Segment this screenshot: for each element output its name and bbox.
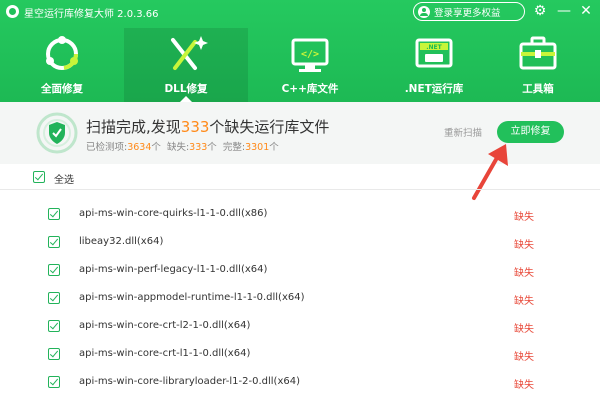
minimize-icon[interactable]: — xyxy=(556,3,572,19)
complete-count: 3301 xyxy=(245,142,270,153)
file-checkbox[interactable] xyxy=(48,292,60,304)
file-name: api-ms-win-core-libraryloader-l1-2-0.dll… xyxy=(79,376,300,387)
missing-label: 缺失: xyxy=(166,142,190,153)
gear-icon[interactable]: ⚙ xyxy=(532,3,548,19)
main-nav: 全面修复 DLL修复 </> C++库文件 .NET .NET运行库 工具箱 xyxy=(0,28,600,102)
code-monitor-icon: </> xyxy=(291,38,329,72)
tab-toolbox[interactable]: 工具箱 xyxy=(476,28,600,102)
dll-magic-icon xyxy=(171,36,208,70)
missing-count-highlight: 333 xyxy=(180,118,210,136)
app-title: 星空运行库修复大师 2.0.3.66 xyxy=(24,9,159,20)
login-button[interactable]: 登录享更多权益 xyxy=(413,2,525,21)
tab-label: 全面修复 xyxy=(41,83,83,95)
file-name: api-ms-win-core-crt-l1-1-0.dll(x64) xyxy=(79,348,251,359)
file-checkbox[interactable] xyxy=(48,208,60,220)
app-logo-icon xyxy=(6,5,19,18)
scan-summary: 已检测项:3634个 缺失:333个 完整:3301个 xyxy=(86,139,279,153)
detected-count: 3634 xyxy=(127,142,152,153)
tab-label: DLL修复 xyxy=(164,83,208,95)
title-bar: 星空运行库修复大师 2.0.3.66 登录享更多权益 ⚙ — ✕ xyxy=(0,0,600,24)
complete-label: 完整: xyxy=(222,142,246,153)
file-status: 缺失 xyxy=(514,380,534,391)
unit: 个 xyxy=(269,142,279,153)
tab-label: 工具箱 xyxy=(522,83,554,95)
file-name: api-ms-win-core-quirks-l1-1-0.dll(x86) xyxy=(79,208,268,219)
refresh-cycle-icon xyxy=(46,36,78,70)
list-item[interactable]: api-ms-win-appmodel-runtime-l1-1-0.dll(x… xyxy=(0,284,600,312)
scan-result-prefix: 扫描完成,发现 xyxy=(86,118,181,136)
scan-result-title: 扫描完成,发现333个缺失运行库文件 xyxy=(86,116,329,137)
file-checkbox[interactable] xyxy=(48,376,60,388)
file-status: 缺失 xyxy=(514,240,534,251)
select-all-checkbox[interactable] xyxy=(33,171,45,183)
tab-full-repair[interactable]: 全面修复 xyxy=(0,28,124,102)
list-item[interactable]: api-ms-win-core-quirks-l1-1-0.dll(x86) 缺… xyxy=(0,200,600,228)
file-name: libeay32.dll(x64) xyxy=(79,236,164,247)
radar-shield-icon xyxy=(36,112,78,154)
file-status: 缺失 xyxy=(514,268,534,279)
rescan-link[interactable]: 重新扫描 xyxy=(444,125,482,139)
file-name: api-ms-win-perf-legacy-l1-1-0.dll(x64) xyxy=(79,264,268,275)
file-name: api-ms-win-appmodel-runtime-l1-1-0.dll(x… xyxy=(79,292,305,303)
tab-label: C++库文件 xyxy=(281,83,339,95)
missing-file-list: api-ms-win-core-quirks-l1-1-0.dll(x86) 缺… xyxy=(0,200,600,400)
tab-dll-repair[interactable]: DLL修复 xyxy=(124,28,248,102)
list-item[interactable]: libeay32.dll(x64) 缺失 xyxy=(0,228,600,256)
file-checkbox[interactable] xyxy=(48,348,60,360)
file-status: 缺失 xyxy=(514,212,534,223)
scan-result-suffix: 个缺失运行库文件 xyxy=(209,118,330,136)
unit: 个 xyxy=(207,142,217,153)
svg-text:.NET: .NET xyxy=(426,44,442,51)
detected-label: 已检测项: xyxy=(86,142,128,153)
net-monitor-icon: .NET xyxy=(415,38,453,68)
file-status: 缺失 xyxy=(514,352,534,363)
select-all-row: 全选 xyxy=(0,164,600,190)
file-checkbox[interactable] xyxy=(48,320,60,332)
user-icon xyxy=(418,5,430,18)
login-label: 登录享更多权益 xyxy=(434,7,501,19)
toolbox-icon xyxy=(519,36,557,70)
file-name: api-ms-win-core-crt-l2-1-0.dll(x64) xyxy=(79,320,251,331)
list-item[interactable]: api-ms-win-core-crt-l1-1-0.dll(x64) 缺失 xyxy=(0,340,600,368)
unit: 个 xyxy=(151,142,161,153)
select-all-label: 全选 xyxy=(54,175,74,186)
file-status: 缺失 xyxy=(514,324,534,335)
list-item[interactable]: api-ms-win-core-crt-l2-1-0.dll(x64) 缺失 xyxy=(0,312,600,340)
file-status: 缺失 xyxy=(514,296,534,307)
missing-count: 333 xyxy=(189,142,208,153)
app-header: 星空运行库修复大师 2.0.3.66 登录享更多权益 ⚙ — ✕ 全面修复 DL… xyxy=(0,0,600,102)
tab-cpp-library[interactable]: </> C++库文件 xyxy=(248,28,372,102)
close-icon[interactable]: ✕ xyxy=(578,3,594,19)
file-checkbox[interactable] xyxy=(48,236,60,248)
file-checkbox[interactable] xyxy=(48,264,60,276)
svg-text:</>: </> xyxy=(301,49,319,60)
list-item[interactable]: api-ms-win-core-libraryloader-l1-2-0.dll… xyxy=(0,368,600,396)
list-item[interactable]: api-ms-win-perf-legacy-l1-1-0.dll(x64) 缺… xyxy=(0,256,600,284)
